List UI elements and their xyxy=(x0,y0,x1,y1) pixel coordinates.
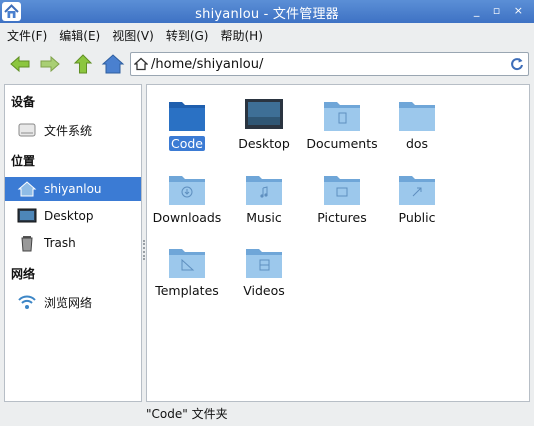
file-item-music[interactable]: Music xyxy=(224,172,304,236)
section-header-devices: 设备 xyxy=(11,95,36,109)
home-folder-icon xyxy=(17,180,37,198)
sidebar-item-label: 浏览网络 xyxy=(44,295,93,310)
folder-dark-icon xyxy=(168,98,206,132)
window-title: shiyanlou - 文件管理器 xyxy=(195,7,339,22)
home-icon[interactable] xyxy=(101,52,125,76)
sidebar-item-network[interactable]: 浏览网络 xyxy=(5,290,141,314)
documents-folder-icon xyxy=(323,98,361,132)
file-name: Code xyxy=(168,136,205,151)
pictures-folder-icon xyxy=(323,172,361,206)
templates-folder-icon xyxy=(168,245,206,279)
desktop-folder-icon xyxy=(245,98,283,132)
sidebar-item-desktop[interactable]: Desktop xyxy=(5,204,141,228)
file-item-dos[interactable]: dos xyxy=(377,98,457,162)
file-item-downloads[interactable]: Downloads xyxy=(147,172,227,236)
wifi-icon xyxy=(17,293,37,311)
menu-help[interactable]: 帮助(H) xyxy=(220,27,262,44)
section-header-places: 位置 xyxy=(11,154,36,168)
file-name: dos xyxy=(405,136,429,151)
file-view: Code Desktop Documents dos Downloads Mus… xyxy=(146,84,530,402)
file-name: Desktop xyxy=(238,136,290,151)
file-item-videos[interactable]: Videos xyxy=(224,245,304,309)
file-name: Pictures xyxy=(317,210,367,225)
file-name: Videos xyxy=(243,283,285,298)
folder-icon xyxy=(398,98,436,132)
sidebar-item-label: Trash xyxy=(44,236,76,250)
sidebar-item-label: 文件系统 xyxy=(44,123,93,138)
title-bar: shiyanlou - 文件管理器 _ ▫ × xyxy=(0,0,534,23)
toolbar: /home/shiyanlou/ xyxy=(0,48,534,80)
videos-folder-icon xyxy=(245,245,283,279)
location-bar[interactable]: /home/shiyanlou/ xyxy=(130,52,529,76)
menu-view[interactable]: 视图(V) xyxy=(112,27,154,44)
status-bar: "Code" 文件夹 xyxy=(146,406,228,421)
window-controls[interactable]: _ ▫ × xyxy=(474,4,528,17)
forward-arrow-icon[interactable] xyxy=(38,52,62,76)
file-item-code[interactable]: Code xyxy=(147,98,227,162)
path-text: /home/shiyanlou/ xyxy=(151,57,264,72)
menu-bar: 文件(F) 编辑(E) 视图(V) 转到(G) 帮助(H) xyxy=(0,23,534,47)
file-item-documents[interactable]: Documents xyxy=(302,98,382,162)
sidebar-item-shiyanlou[interactable]: shiyanlou xyxy=(5,177,141,201)
side-pane: 设备 文件系统 位置 shiyanlou Desktop Trash 网络 浏览… xyxy=(4,84,142,402)
file-item-desktop[interactable]: Desktop xyxy=(224,98,304,162)
file-name: Documents xyxy=(306,136,378,151)
music-folder-icon xyxy=(245,172,283,206)
file-name: Public xyxy=(398,210,436,225)
sidebar-item-filesystem[interactable]: 文件系统 xyxy=(5,118,141,142)
file-name: Music xyxy=(246,210,282,225)
drive-icon xyxy=(17,121,37,139)
public-folder-icon xyxy=(398,172,436,206)
file-item-pictures[interactable]: Pictures xyxy=(302,172,382,236)
pane-splitter[interactable] xyxy=(143,240,145,260)
reload-icon[interactable] xyxy=(510,57,524,74)
section-header-network: 网络 xyxy=(11,267,36,281)
desktop-icon xyxy=(17,207,37,225)
back-arrow-icon[interactable] xyxy=(8,52,32,76)
file-item-public[interactable]: Public xyxy=(377,172,457,236)
path-home-icon xyxy=(133,57,149,74)
menu-go[interactable]: 转到(G) xyxy=(166,27,209,44)
up-arrow-icon[interactable] xyxy=(71,52,95,76)
menu-file[interactable]: 文件(F) xyxy=(7,27,47,44)
downloads-folder-icon xyxy=(168,172,206,206)
file-item-templates[interactable]: Templates xyxy=(147,245,227,309)
sidebar-item-label: shiyanlou xyxy=(44,182,102,196)
file-name: Downloads xyxy=(152,210,222,225)
sidebar-item-trash[interactable]: Trash xyxy=(5,231,141,255)
file-name: Templates xyxy=(155,283,219,298)
menu-edit[interactable]: 编辑(E) xyxy=(59,27,100,44)
sidebar-item-label: Desktop xyxy=(44,209,94,223)
trash-icon xyxy=(17,234,37,252)
